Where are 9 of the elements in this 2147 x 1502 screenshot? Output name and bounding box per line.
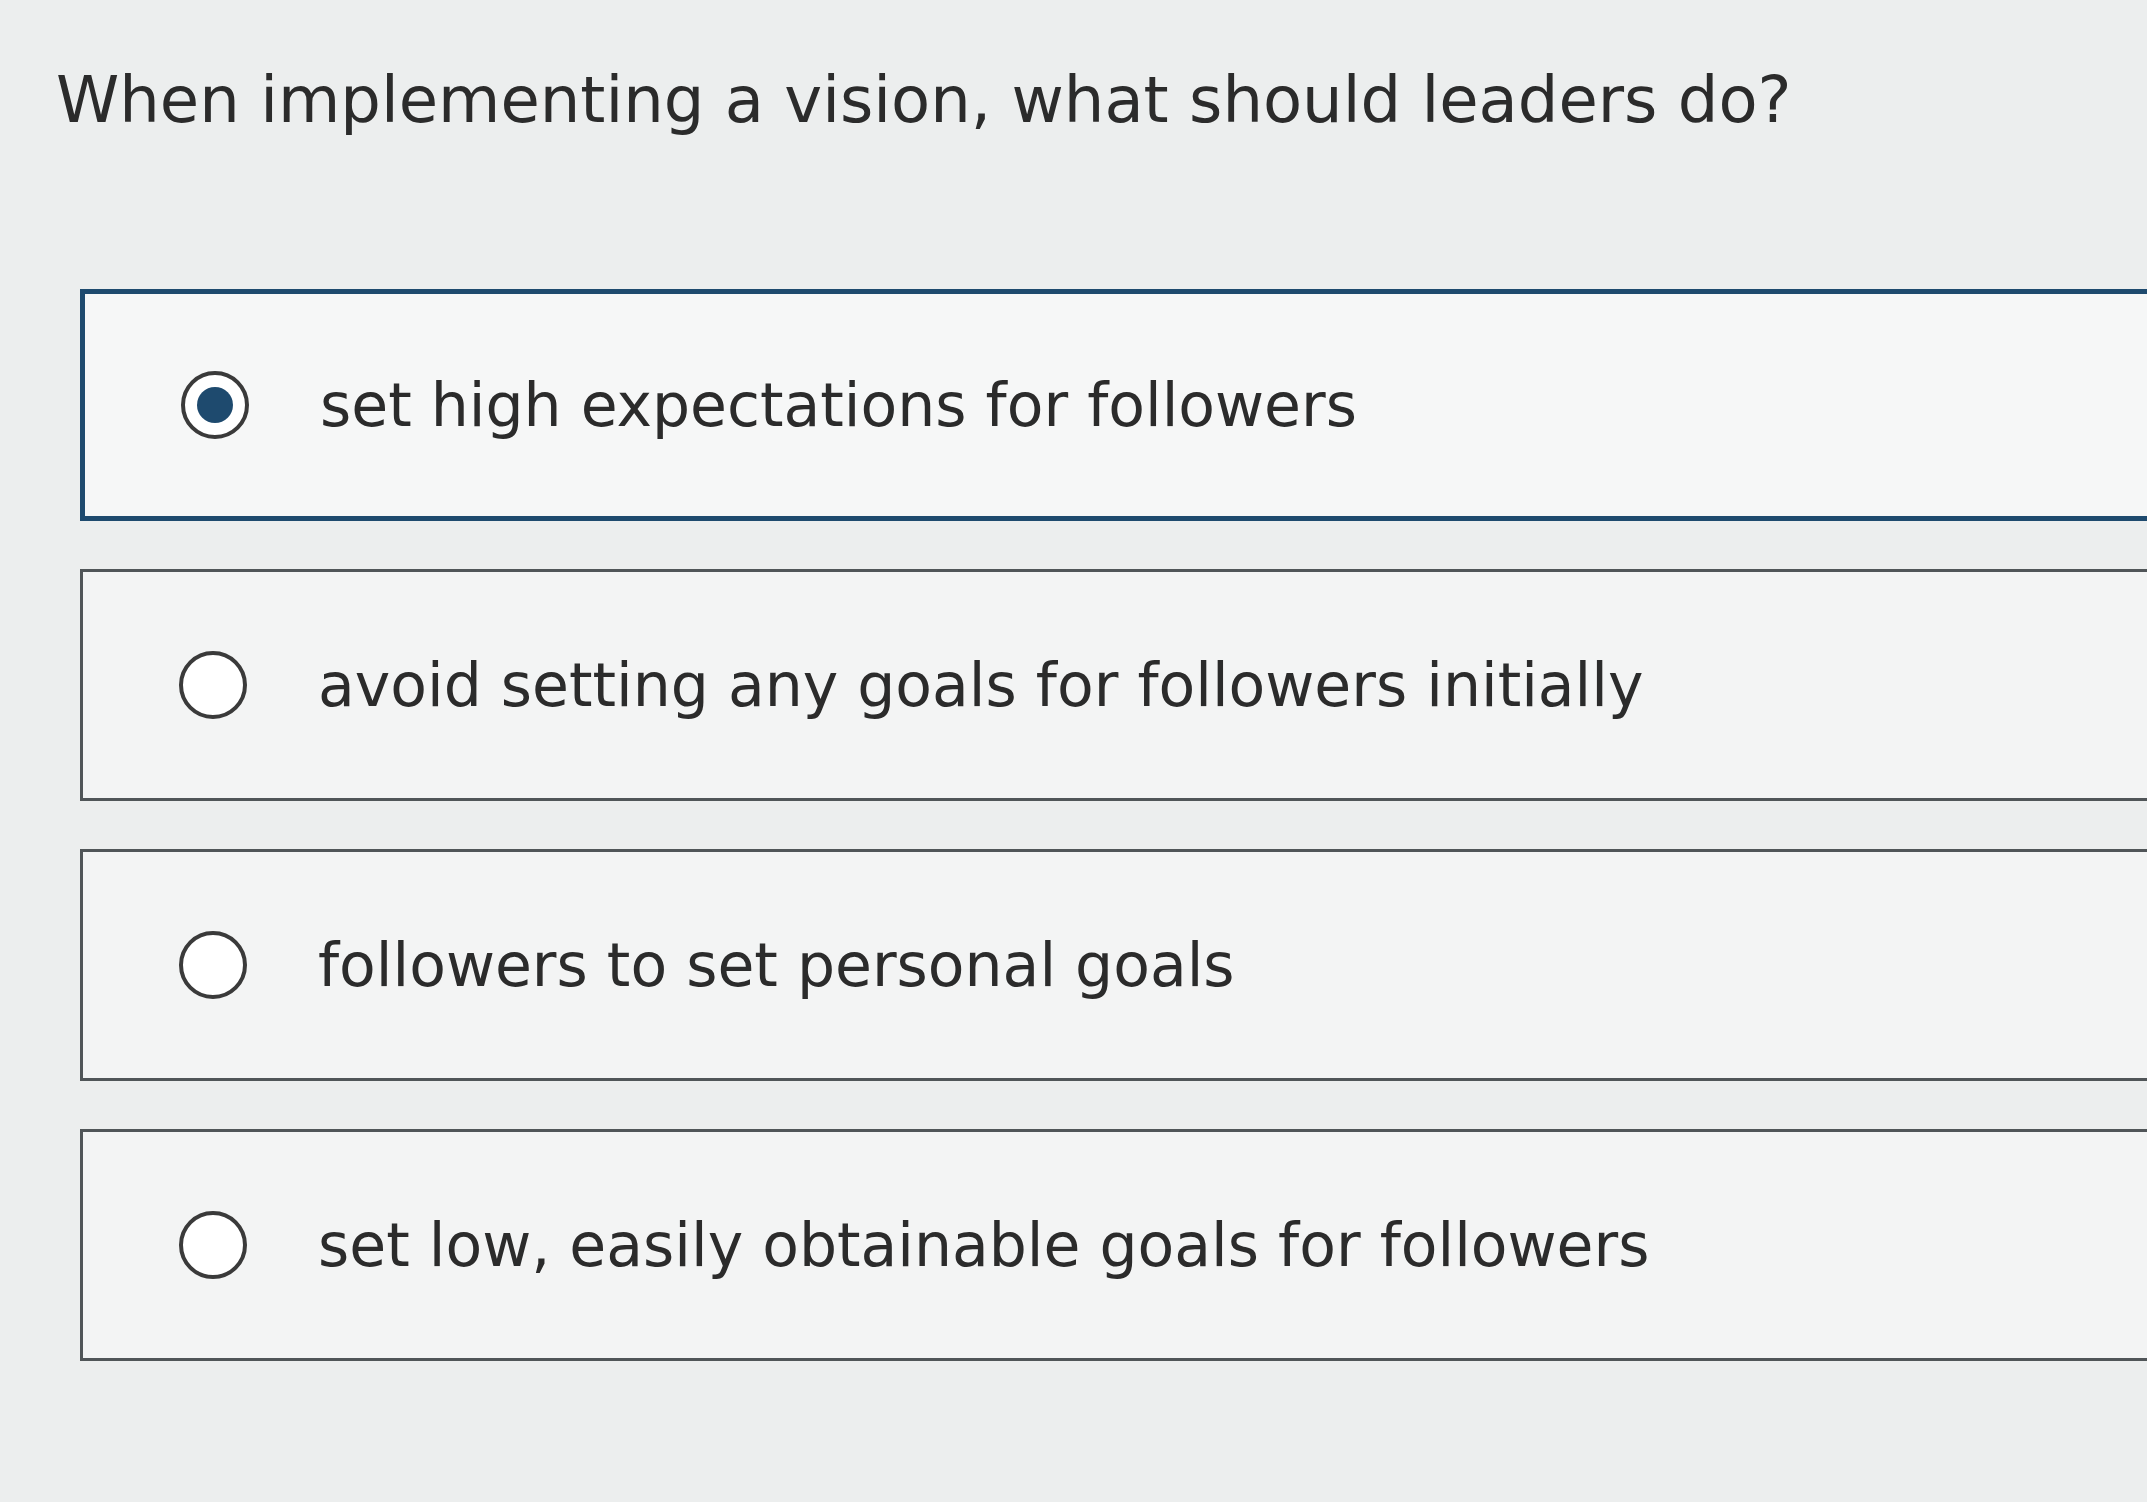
answer-option[interactable]: set high expectations for followers xyxy=(80,288,2147,521)
answer-option[interactable]: avoid setting any goals for followers initially xyxy=(80,568,2147,801)
option-label: followers to set personal goals xyxy=(318,929,1235,1000)
option-label: set low, easily obtainable goals for followers xyxy=(318,1209,1650,1280)
answer-option[interactable]: followers to set personal goals xyxy=(80,848,2147,1081)
option-label: set high expectations for followers xyxy=(320,369,1357,440)
answer-option[interactable]: set low, easily obtainable goals for followers xyxy=(80,1128,2147,1361)
option-label: avoid setting any goals for followers initially xyxy=(318,649,1644,720)
question-text: When implementing a vision, what should leaders do? xyxy=(55,62,1793,139)
